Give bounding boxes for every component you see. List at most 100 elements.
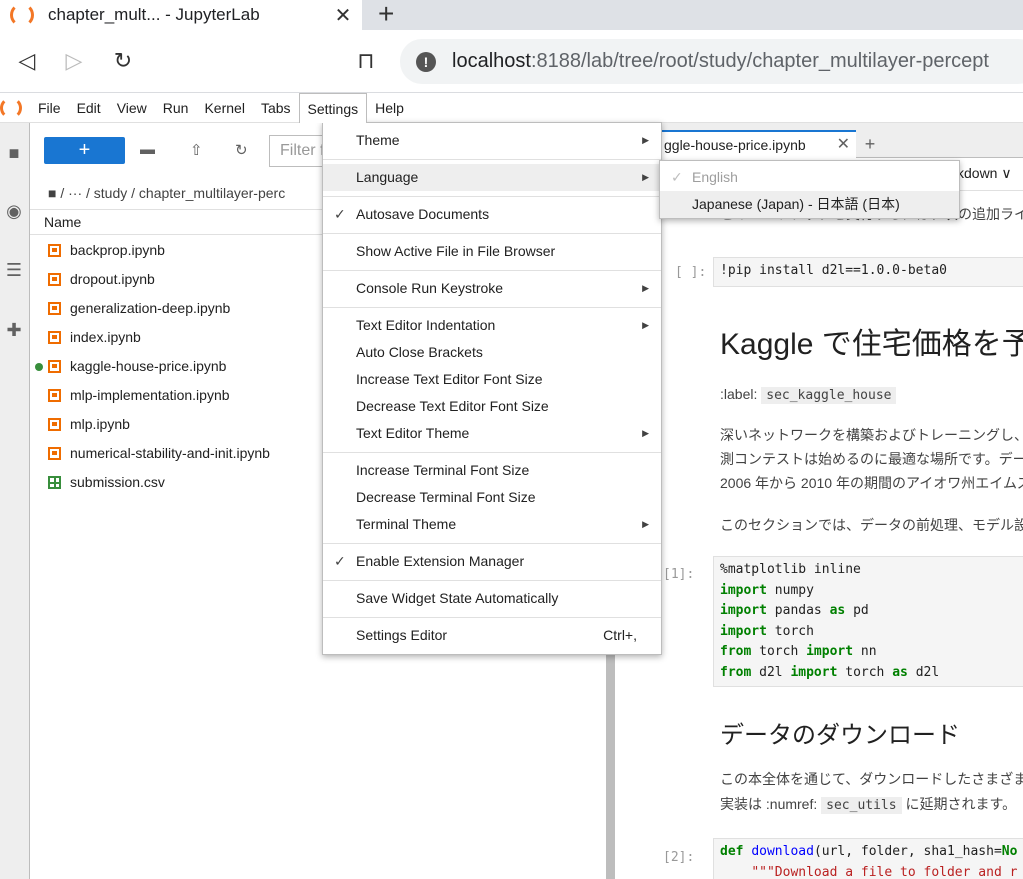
menu-item-autosave[interactable]: ✓ Autosave Documents (323, 201, 661, 228)
file-name: mlp.ipynb (70, 416, 130, 432)
menu-item-settings-editor[interactable]: Settings Editor Ctrl+, (323, 622, 661, 649)
jupyter-favicon-icon (10, 3, 34, 27)
menu-item-label: Language (356, 169, 419, 185)
url-path: :8188/lab/tree/root/study/chapter_multil… (530, 50, 989, 72)
menu-view[interactable]: View (109, 93, 155, 123)
code-cell[interactable]: !pip install d2l==1.0.0-beta0 (713, 257, 1023, 287)
settings-menu: Theme ▶ Language ▶ ✓ Autosave Documents Sho… (322, 122, 662, 655)
menu-item-label: Increase Terminal Font Size (356, 462, 530, 478)
language-japanese[interactable]: Japanese (Japan) - 日本語 (日本) (660, 191, 959, 218)
para3-line2: 実装は :numref: sec_utils に延期されます。 (720, 793, 1016, 817)
menu-item-label: Console Run Keystroke (356, 280, 504, 296)
browser-tab[interactable]: chapter_mult... - JupyterLab ✕ (0, 0, 362, 30)
submenu-arrow-icon: ▶ (642, 135, 649, 145)
menu-divider (323, 159, 661, 160)
menu-help[interactable]: Help (367, 93, 412, 123)
bookmark-icon[interactable]: ⊓ (352, 48, 380, 74)
menu-item-extension-manager[interactable]: ✓ Enable Extension Manager (323, 548, 661, 575)
breadcrumb-path[interactable]: / ··· / study / chapter_multilayer-perc (60, 185, 285, 201)
menu-item-theme[interactable]: Theme ▶ (323, 127, 661, 154)
new-folder-icon[interactable]: ▬ (140, 141, 155, 158)
para1-line2: 測コンテストは始めるのに最適な場所です。データは (720, 451, 1023, 467)
menu-item-save-widget[interactable]: Save Widget State Automatically (323, 585, 661, 612)
notebook-icon (48, 331, 61, 344)
site-info-icon[interactable]: ! (416, 51, 436, 72)
dock-tab-bar: ggle-house-price.ipynb ✕ + (615, 123, 1023, 159)
back-icon[interactable]: ◁ (13, 48, 41, 74)
heading-kaggle: Kaggle で住宅価格を予 (720, 328, 1023, 361)
submenu-arrow-icon: ▶ (642, 320, 649, 330)
submenu-arrow-icon: ▶ (642, 519, 649, 529)
table-of-contents-icon[interactable]: ☰ (0, 260, 28, 281)
forward-icon[interactable]: ▷ (60, 48, 88, 74)
menu-item-label: Text Editor Theme (356, 425, 470, 441)
code-cell[interactable]: %matplotlib inline import numpy import p… (713, 556, 1023, 687)
language-label: Japanese (Japan) - 日本語 (日本) (692, 196, 900, 212)
folder-icon[interactable]: ■ (0, 143, 28, 164)
cell-type-select[interactable]: kdown ∨ (957, 165, 1012, 182)
spreadsheet-icon (48, 476, 61, 489)
close-tab-icon[interactable]: ✕ (332, 3, 354, 28)
home-folder-icon[interactable]: ■ (48, 185, 56, 201)
menu-edit[interactable]: Edit (69, 93, 109, 123)
url-field[interactable]: ! localhost:8188/lab/tree/root/study/cha… (400, 39, 1023, 84)
menu-file[interactable]: File (30, 93, 69, 123)
menu-item-label: Show Active File in File Browser (356, 243, 556, 259)
menu-item-text-indent[interactable]: Text Editor Indentation ▶ (323, 312, 661, 339)
menu-item-label: Enable Extension Manager (356, 553, 525, 569)
menu-item-auto-close[interactable]: Auto Close Brackets (323, 339, 661, 366)
notebook-icon (48, 360, 61, 373)
notebook-icon (48, 244, 61, 257)
close-notebook-tab-icon[interactable]: ✕ (837, 132, 850, 158)
notebook-icon (48, 447, 61, 460)
menu-item-inc-text-font[interactable]: Increase Text Editor Font Size (323, 366, 661, 393)
menu-item-label: Terminal Theme (356, 516, 457, 532)
notebook-tab[interactable]: ggle-house-price.ipynb ✕ (660, 130, 856, 159)
language-english[interactable]: ✓ English (660, 164, 959, 191)
notebook-icon (48, 302, 61, 315)
extension-manager-icon[interactable]: ✚ (0, 320, 28, 341)
upload-icon[interactable]: ⇧ (190, 141, 203, 159)
menu-run[interactable]: Run (155, 93, 197, 123)
menu-item-term-theme[interactable]: Terminal Theme ▶ (323, 511, 661, 538)
para3-prefix: 実装は :numref: (720, 796, 818, 812)
menu-settings[interactable]: Settings (298, 92, 368, 123)
menu-item-label: Save Widget State Automatically (356, 590, 559, 606)
menu-item-console-run[interactable]: Console Run Keystroke ▶ (323, 275, 661, 302)
menu-item-label: Settings Editor (356, 627, 448, 643)
menu-tabs[interactable]: Tabs (253, 93, 299, 123)
notebook-tab-label: ggle-house-price.ipynb (664, 137, 806, 153)
label-line: :label: sec_kaggle_house (720, 383, 897, 407)
language-label: English (692, 169, 738, 185)
reload-icon[interactable]: ↻ (109, 48, 137, 74)
code-cell[interactable]: def download(url, folder, sha1_hash=No "… (713, 838, 1023, 879)
menu-item-show-active-file[interactable]: Show Active File in File Browser (323, 238, 661, 265)
notebook-icon (48, 389, 61, 402)
menu-item-language[interactable]: Language ▶ (323, 164, 661, 191)
running-sessions-icon[interactable]: ◉ (0, 201, 28, 222)
menu-item-inc-term-font[interactable]: Increase Terminal Font Size (323, 457, 661, 484)
file-name: kaggle-house-price.ipynb (70, 358, 227, 374)
shortcut-label: Ctrl+, (603, 627, 637, 643)
filter-input[interactable]: Filter fi (269, 135, 329, 167)
menu-divider (323, 196, 661, 197)
submenu-arrow-icon: ▶ (642, 172, 649, 182)
menu-item-dec-term-font[interactable]: Decrease Terminal Font Size (323, 484, 661, 511)
menu-kernel[interactable]: Kernel (196, 93, 252, 123)
label-prefix: :label: (720, 386, 758, 402)
left-activity-bar: ■ ◉ ☰ ✚ (0, 123, 30, 879)
new-launcher-button[interactable]: + (44, 137, 125, 164)
notebook-panel: ggle-house-price.ipynb ✕ + kdown ∨ このノート… (615, 123, 1023, 879)
file-name: submission.csv (70, 474, 165, 490)
notebook-icon (48, 418, 61, 431)
menu-item-label: Autosave Documents (356, 206, 490, 222)
para2: このセクションでは、データの前処理、モデル設計、お (720, 517, 1023, 533)
file-name: dropout.ipynb (70, 271, 155, 287)
menu-item-label: Theme (356, 132, 400, 148)
menu-item-label: Auto Close Brackets (356, 344, 483, 360)
refresh-icon[interactable]: ↻ (235, 141, 248, 159)
add-tab-button[interactable]: + (858, 133, 882, 157)
new-tab-button[interactable]: + (378, 0, 394, 28)
menu-item-text-theme[interactable]: Text Editor Theme ▶ (323, 420, 661, 447)
menu-item-dec-text-font[interactable]: Decrease Text Editor Font Size (323, 393, 661, 420)
